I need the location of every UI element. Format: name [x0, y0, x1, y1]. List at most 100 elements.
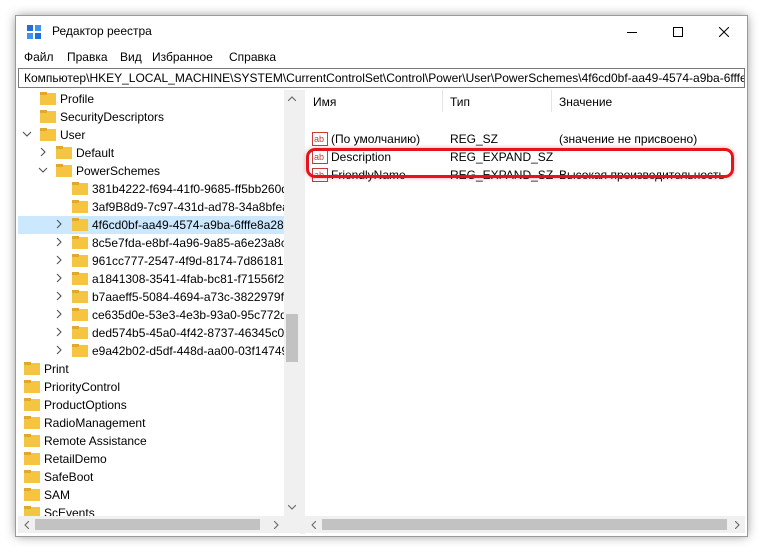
tree-item-label: 3af9B8d9-7c97-431d-ad78-34a8bfea4	[92, 200, 296, 214]
tree-item[interactable]: RadioManagement	[18, 414, 284, 432]
folder-icon	[72, 308, 88, 321]
folder-icon	[72, 236, 88, 249]
tree-item-label: ce635d0e-53e3-4e3b-93a0-95c772d0	[92, 308, 294, 322]
folder-icon	[24, 452, 40, 465]
registry-editor-icon	[27, 25, 41, 39]
folder-icon	[24, 416, 40, 429]
chevron-right-icon[interactable]	[54, 237, 64, 247]
scroll-left-arrow-icon[interactable]	[305, 516, 321, 533]
tree-item[interactable]: 4f6cd0bf-aa49-4574-a9ba-6fffe8a282	[18, 216, 290, 234]
tree-item[interactable]: ProductOptions	[18, 396, 284, 414]
menu-favorites[interactable]: Избранное	[152, 50, 213, 64]
tree-pane: Profile SecurityDescriptors User Default Pow…	[18, 90, 300, 534]
menu-bar: Файл Правка Вид Избранное Справка	[16, 47, 747, 68]
tree-item-label: User	[60, 128, 86, 142]
window-title: Редактор реестра	[52, 24, 152, 38]
chevron-right-icon[interactable]	[38, 147, 48, 157]
value-name: (По умолчанию)	[331, 132, 421, 146]
close-icon	[719, 26, 729, 37]
chevron-right-icon[interactable]	[54, 327, 64, 337]
minimize-button[interactable]	[609, 16, 655, 47]
maximize-button[interactable]	[655, 16, 701, 47]
tree-item-label: ded574b5-45a0-4f42-8737-46345c09e	[92, 326, 298, 340]
column-divider[interactable]	[551, 90, 552, 112]
address-bar[interactable]: Компьютер\HKEY_LOCAL_MACHINE\SYSTEM\Curr…	[18, 68, 745, 88]
folder-icon	[72, 200, 88, 213]
tree-item[interactable]: RetailDemo	[18, 450, 284, 468]
tree-item[interactable]: User	[18, 126, 284, 144]
tree-item-label: 4f6cd0bf-aa49-4574-a9ba-6fffe8a282	[92, 218, 291, 232]
tree-item[interactable]: PriorityControl	[18, 378, 284, 396]
tree-horizontal-scroll-thumb[interactable]	[35, 519, 260, 530]
folder-icon	[72, 326, 88, 339]
scroll-left-arrow-icon[interactable]	[18, 516, 34, 533]
registry-value-row[interactable]: ab (По умолчанию) REG_SZ (значение не присв…	[305, 130, 745, 148]
chevron-right-icon[interactable]	[54, 291, 64, 301]
column-header-type[interactable]: Тип	[450, 95, 470, 109]
tree-item[interactable]: SAM	[18, 486, 284, 504]
tree-item[interactable]: a1841308-3541-4fab-bc81-f71556f20l	[18, 270, 294, 288]
tree-item[interactable]: 961cc777-2547-4f9d-8174-7d86181b8	[18, 252, 297, 270]
tree-item-label: e9a42b02-d5df-448d-aa00-03f14749e	[92, 344, 295, 358]
tree-vertical-scroll-thumb[interactable]	[286, 314, 298, 362]
tree-item-label: 381b4222-f694-41f0-9685-ff5bb260df	[92, 182, 292, 196]
tree-item-label: Profile	[60, 92, 95, 106]
tree-item[interactable]: 3af9B8d9-7c97-431d-ad78-34a8bfea4	[18, 198, 296, 216]
folder-icon	[24, 362, 40, 375]
list-horizontal-scroll-thumb[interactable]	[322, 519, 727, 530]
column-header-value[interactable]: Значение	[559, 95, 612, 109]
menu-help[interactable]: Справка	[229, 50, 276, 64]
tree-item[interactable]: Remote Assistance	[18, 432, 284, 450]
tree-item-label: RetailDemo	[44, 452, 107, 466]
folder-icon	[24, 434, 40, 447]
menu-file[interactable]: Файл	[24, 50, 54, 64]
tree-vertical-scrollbar[interactable]	[284, 90, 300, 516]
folder-icon	[72, 290, 88, 303]
chevron-right-icon[interactable]	[54, 255, 64, 265]
chevron-down-icon[interactable]	[38, 165, 48, 175]
tree-item[interactable]: ded574b5-45a0-4f42-8737-46345c09e	[18, 324, 298, 342]
scroll-right-arrow-icon[interactable]	[729, 516, 745, 533]
tree-item[interactable]: Profile	[18, 90, 284, 108]
menu-edit[interactable]: Правка	[67, 50, 108, 64]
menu-view[interactable]: Вид	[120, 50, 142, 64]
tree-item[interactable]: ce635d0e-53e3-4e3b-93a0-95c772d0	[18, 306, 294, 324]
folder-icon	[24, 488, 40, 501]
folder-icon	[40, 92, 56, 105]
minimize-icon	[627, 31, 637, 33]
tree-item[interactable]: 8c5e7fda-e8bf-4a96-9a85-a6e23a8c6	[18, 234, 294, 252]
folder-icon	[56, 164, 72, 177]
chevron-right-icon[interactable]	[54, 345, 64, 355]
folder-icon	[72, 218, 88, 231]
chevron-right-icon[interactable]	[54, 219, 64, 229]
chevron-right-icon[interactable]	[54, 273, 64, 283]
folder-icon	[24, 470, 40, 483]
tree-item[interactable]: e9a42b02-d5df-448d-aa00-03f14749e	[18, 342, 295, 360]
chevron-right-icon[interactable]	[54, 309, 64, 319]
scroll-right-arrow-icon[interactable]	[268, 516, 284, 533]
folder-icon	[24, 380, 40, 393]
chevron-down-icon[interactable]	[22, 129, 32, 139]
svg-text:ab: ab	[314, 134, 324, 144]
scroll-up-arrow-icon[interactable]	[284, 90, 300, 107]
close-button[interactable]	[701, 16, 747, 47]
tree-item[interactable]: 381b4222-f694-41f0-9685-ff5bb260df	[18, 180, 291, 198]
tree-item-label: b7aaeff5-5084-4694-a73c-3822979ffk	[92, 290, 294, 304]
tree-item[interactable]: PowerSchemes	[18, 162, 284, 180]
tree-item[interactable]: SecurityDescriptors	[18, 108, 284, 126]
scroll-down-arrow-icon[interactable]	[284, 499, 300, 516]
maximize-icon	[673, 26, 683, 37]
tree-item[interactable]: b7aaeff5-5084-4694-a73c-3822979ffk	[18, 288, 293, 306]
folder-icon	[72, 254, 88, 267]
column-divider[interactable]	[442, 90, 443, 112]
tree-horizontal-scrollbar[interactable]	[18, 516, 284, 533]
list-horizontal-scrollbar[interactable]	[305, 516, 745, 533]
title-bar[interactable]: Редактор реестра	[16, 16, 747, 47]
tree-item[interactable]: SafeBoot	[18, 468, 284, 486]
tree-item-label: PriorityControl	[44, 380, 121, 394]
tree-item[interactable]: Print	[18, 360, 284, 378]
tree-item-label: Remote Assistance	[44, 434, 147, 448]
registry-editor-window: Редактор реестра Файл Правка Вид Избранн…	[15, 15, 748, 537]
tree-item[interactable]: Default	[18, 144, 284, 162]
column-header-name[interactable]: Имя	[313, 95, 336, 109]
